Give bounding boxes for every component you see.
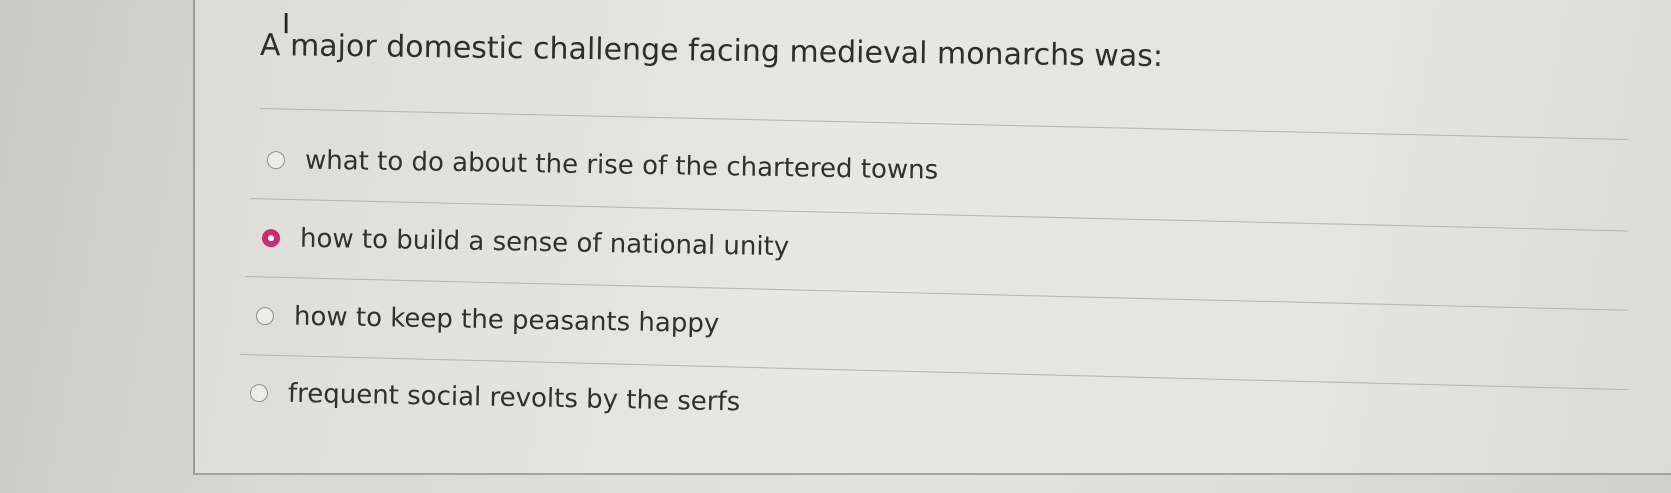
text-cursor-icon: I xyxy=(282,7,291,40)
radio-button-3[interactable] xyxy=(255,307,275,326)
radio-button-2-selected[interactable] xyxy=(261,229,281,248)
radio-button-1[interactable] xyxy=(266,151,286,170)
radio-button-4[interactable] xyxy=(249,384,269,403)
